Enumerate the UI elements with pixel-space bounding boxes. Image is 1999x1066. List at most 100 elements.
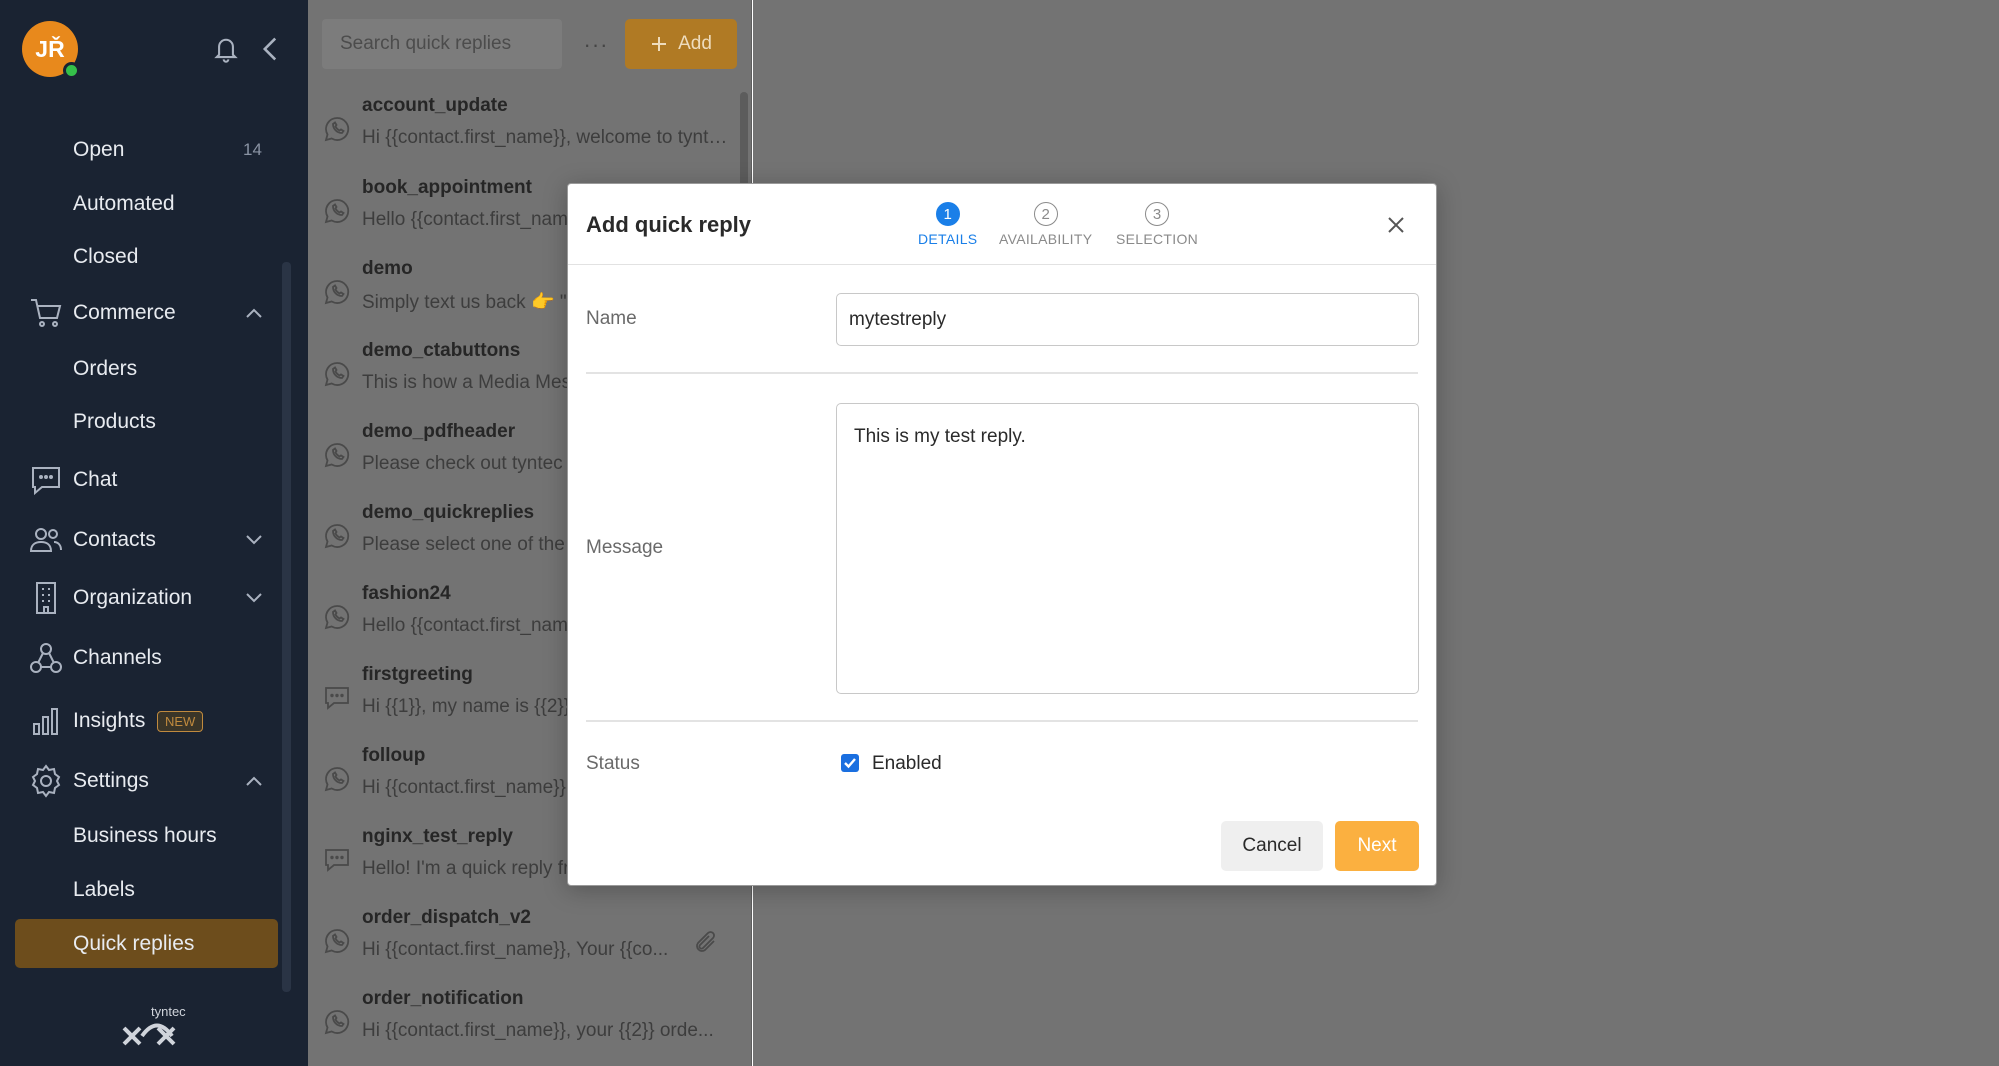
channels-icon — [28, 640, 64, 676]
chevron-down-icon — [246, 535, 262, 545]
online-status-dot — [63, 62, 80, 79]
whatsapp-icon — [323, 1008, 351, 1036]
step-details[interactable]: 1 DETAILS — [918, 202, 977, 247]
quick-reply-name: account_update — [362, 95, 508, 116]
cancel-button[interactable]: Cancel — [1221, 821, 1323, 871]
sidebar-scrollbar[interactable] — [282, 262, 291, 992]
sidebar-item-organization[interactable]: Organization — [0, 576, 290, 620]
chevron-up-icon — [246, 308, 262, 318]
sidebar-item-automated[interactable]: Automated — [0, 182, 290, 226]
sidebar-item-orders[interactable]: Orders — [0, 347, 290, 391]
step-availability[interactable]: 2 AVAILABILITY — [999, 202, 1092, 247]
divider — [586, 372, 1418, 374]
sidebar-item-label: Organization — [73, 586, 193, 609]
quick-reply-name: demo — [362, 258, 413, 279]
quick-reply-name: nginx_test_reply — [362, 826, 513, 847]
collapse-sidebar-icon[interactable] — [260, 36, 280, 62]
sidebar-item-label: Open — [73, 138, 125, 161]
sidebar: JŘ Open 14 Automated Closed Commerce Ord… — [0, 0, 308, 1066]
message-label: Message — [586, 537, 664, 558]
search-input[interactable]: Search quick replies — [322, 19, 562, 69]
name-input[interactable] — [836, 293, 1419, 346]
sidebar-item-insights[interactable]: Insights NEW — [0, 699, 290, 743]
sidebar-item-label: Channels — [73, 646, 162, 669]
quick-reply-name: book_appointment — [362, 177, 532, 198]
sidebar-item-label: Products — [73, 410, 156, 433]
name-label: Name — [586, 308, 637, 329]
step-selection[interactable]: 3 SELECTION — [1116, 202, 1198, 247]
sidebar-item-chat[interactable]: Chat — [0, 458, 290, 502]
attachment-icon — [696, 931, 715, 952]
whatsapp-icon — [323, 278, 351, 306]
sidebar-item-contacts[interactable]: Contacts — [0, 518, 290, 562]
sidebar-item-label: Insights — [73, 709, 146, 732]
step-number: 1 — [935, 202, 960, 226]
chat-icon — [28, 462, 64, 498]
sidebar-item-label: Automated — [73, 192, 175, 215]
chevron-up-icon — [246, 776, 262, 786]
add-quick-reply-button[interactable]: Add — [625, 19, 737, 69]
chat-icon — [323, 684, 351, 712]
search-placeholder: Search quick replies — [340, 33, 512, 54]
user-avatar[interactable]: JŘ — [22, 21, 80, 79]
quick-reply-name: order_notification — [362, 988, 524, 1009]
sidebar-item-business-hours[interactable]: Business hours — [0, 814, 290, 858]
quick-reply-preview: Hi {{contact.first_name}}, Your {{co... — [362, 939, 669, 960]
sidebar-item-label: Labels — [73, 878, 135, 901]
sidebar-item-quick-replies[interactable]: Quick replies — [15, 919, 278, 968]
whatsapp-icon — [323, 441, 351, 469]
more-options-button[interactable]: ··· — [578, 27, 614, 63]
more-icon: ··· — [583, 32, 609, 57]
sidebar-item-label: Settings — [73, 769, 149, 792]
quick-reply-item[interactable]: order_dispatch_v2 Hi {{contact.first_name… — [308, 899, 738, 980]
quick-reply-item[interactable]: order_notification Hi {{contact.first_nam… — [308, 980, 738, 1061]
sidebar-item-label: Contacts — [73, 528, 156, 551]
quick-reply-name: demo_pdfheader — [362, 421, 516, 442]
sidebar-item-commerce[interactable]: Commerce — [0, 291, 290, 335]
sidebar-item-label: Quick replies — [73, 931, 195, 955]
step-number: 2 — [1033, 202, 1058, 226]
whatsapp-icon — [323, 765, 351, 793]
contacts-icon — [28, 522, 64, 558]
quick-reply-name: order_dispatch_v2 — [362, 907, 531, 928]
sidebar-item-label: Commerce — [73, 301, 176, 324]
enabled-checkbox[interactable] — [841, 754, 859, 772]
quick-reply-preview: Hi {{contact.first_name}}, welcome to ty… — [362, 127, 730, 148]
whatsapp-icon — [323, 360, 351, 388]
sidebar-item-closed[interactable]: Closed — [0, 235, 290, 279]
sidebar-item-products[interactable]: Products — [0, 400, 290, 444]
sidebar-item-label: Orders — [73, 357, 138, 380]
quick-reply-name: fashion24 — [362, 583, 451, 604]
step-number: 3 — [1145, 202, 1170, 226]
avatar-initials: JŘ — [35, 35, 65, 62]
quick-reply-name: folloup — [362, 745, 426, 766]
chevron-down-icon — [246, 593, 262, 603]
dialog-title: Add quick reply — [586, 212, 752, 237]
sidebar-item-channels[interactable]: Channels — [0, 636, 290, 680]
enabled-label[interactable]: Enabled — [872, 753, 942, 775]
building-icon — [28, 580, 64, 616]
quick-reply-item[interactable]: account_update Hi {{contact.first_name}},… — [308, 87, 738, 168]
close-icon[interactable] — [1384, 213, 1408, 237]
checkmark-icon — [844, 758, 856, 769]
status-label: Status — [586, 753, 640, 774]
sidebar-item-label: Business hours — [73, 824, 217, 847]
divider — [586, 720, 1418, 722]
plus-icon — [652, 37, 667, 51]
whatsapp-icon — [323, 603, 351, 631]
sidebar-item-labels[interactable]: Labels — [0, 868, 290, 912]
sidebar-item-settings[interactable]: Settings — [0, 759, 290, 803]
open-count: 14 — [243, 140, 262, 159]
message-textarea[interactable]: This is my test reply. — [836, 403, 1419, 694]
step-label: AVAILABILITY — [999, 231, 1093, 247]
whatsapp-icon — [323, 115, 351, 143]
add-button-label: Add — [678, 33, 712, 54]
header-divider — [568, 264, 1436, 265]
cart-icon — [28, 295, 64, 331]
sidebar-item-open[interactable]: Open 14 — [0, 128, 290, 172]
step-label: DETAILS — [918, 231, 978, 247]
new-badge: NEW — [157, 710, 204, 732]
bell-icon[interactable] — [212, 34, 240, 64]
chat-icon — [323, 846, 351, 874]
next-button[interactable]: Next — [1335, 821, 1419, 871]
